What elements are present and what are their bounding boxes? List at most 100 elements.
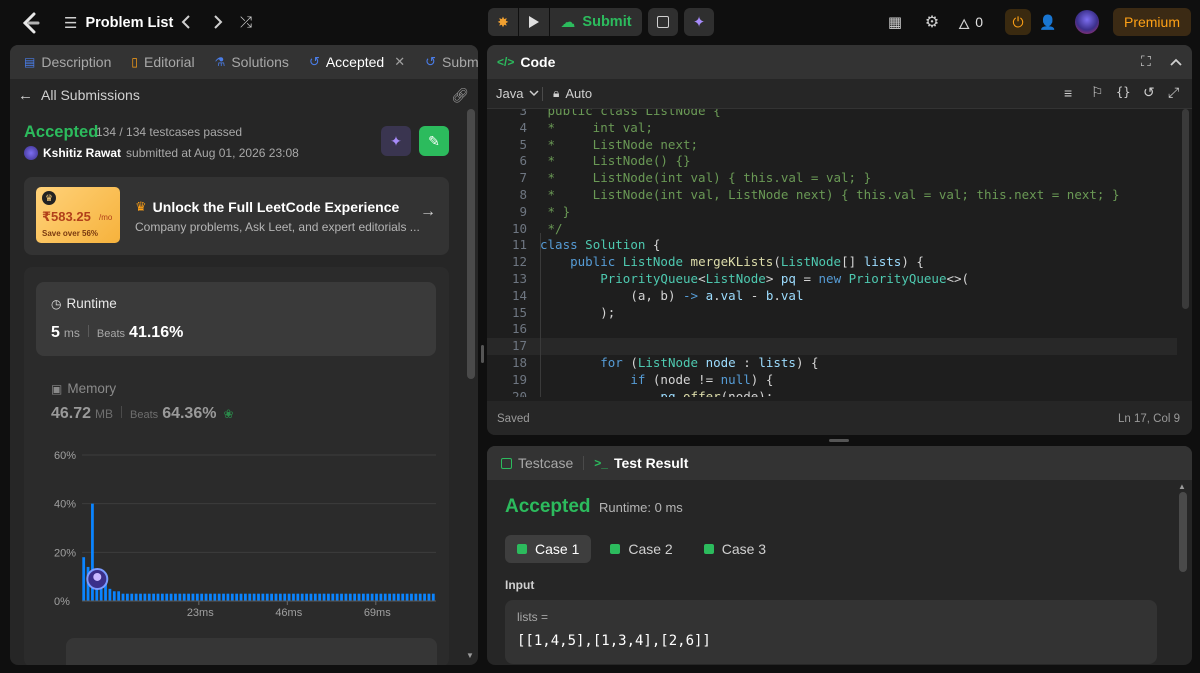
tab-editorial[interactable]: ▯ Editorial: [121, 45, 204, 79]
back-to-submissions[interactable]: ← All Submissions: [18, 85, 140, 105]
histogram-bar[interactable]: [178, 593, 182, 601]
code-line[interactable]: 13 PriorityQueue<ListNode> pq = new Prio…: [487, 271, 1177, 288]
histogram-bar[interactable]: [126, 593, 129, 601]
histogram-bar[interactable]: [130, 593, 134, 601]
close-icon[interactable]: ✕: [394, 54, 405, 70]
ai-assist-button[interactable]: ✦: [684, 8, 714, 36]
histogram-bar[interactable]: [370, 593, 374, 601]
memory-card[interactable]: ▣ Memory 46.72 MB Beats 64.36% ❀: [36, 367, 436, 427]
code-line[interactable]: 7 * ListNode(int val) { this.val = val; …: [487, 170, 1177, 187]
histogram-bar[interactable]: [383, 593, 387, 601]
runtime-card[interactable]: ◷ Runtime 5 ms Beats 41.16%: [36, 282, 436, 356]
histogram-bar[interactable]: [270, 593, 273, 601]
histogram-bar[interactable]: [147, 593, 151, 601]
histogram-bar[interactable]: [300, 593, 304, 601]
settings-button[interactable]: ⚙: [921, 12, 943, 32]
histogram-bar[interactable]: [305, 593, 308, 601]
code-line[interactable]: 8 * ListNode(int val, ListNode next) { t…: [487, 187, 1177, 204]
language-select[interactable]: Java: [496, 86, 539, 101]
histogram-bar[interactable]: [335, 593, 339, 601]
test-scrollbar[interactable]: [1179, 492, 1187, 572]
share-link-button[interactable]: 🔗︎: [450, 85, 470, 105]
code-line[interactable]: 19 if (node != null) {: [487, 372, 1177, 389]
tab-testcase[interactable]: Testcase: [491, 446, 583, 480]
premium-button[interactable]: Premium: [1113, 8, 1191, 36]
histogram-bar[interactable]: [156, 593, 160, 601]
reset-icon[interactable]: ↺: [1143, 84, 1155, 101]
histogram-bar[interactable]: [414, 593, 418, 601]
histogram-bar[interactable]: [318, 593, 322, 601]
histogram-bar[interactable]: [121, 593, 125, 601]
code-line[interactable]: 17: [487, 338, 1177, 355]
histogram-bar[interactable]: [327, 593, 330, 601]
code-line[interactable]: 16: [487, 321, 1177, 338]
histogram-bar[interactable]: [287, 593, 291, 601]
histogram-bar[interactable]: [165, 593, 169, 601]
histogram-bar[interactable]: [213, 593, 217, 601]
timer-button[interactable]: ⏻: [1005, 9, 1031, 35]
histogram-bar[interactable]: [392, 593, 396, 601]
layout-button[interactable]: ▦: [884, 12, 906, 32]
case-tab-2[interactable]: Case 2: [598, 535, 684, 563]
panel-resize-handle[interactable]: [481, 345, 484, 363]
histogram-bar[interactable]: [143, 593, 147, 601]
fullscreen-icon[interactable]: ⤢: [1168, 84, 1179, 101]
code-line[interactable]: 20 pq.offer(node);: [487, 389, 1177, 397]
code-line[interactable]: 9 * }: [487, 204, 1177, 221]
runtime-distribution-chart[interactable]: 60% 40% 20% 0% 23ms 46ms 69ms: [24, 445, 444, 625]
histogram-bar[interactable]: [418, 593, 422, 601]
histogram-bar[interactable]: [375, 593, 378, 601]
histogram-bar[interactable]: [401, 593, 405, 601]
code-editor[interactable]: 3 public class ListNode {4 * int val; 5 *…: [487, 109, 1177, 397]
code-line[interactable]: 10 */: [487, 221, 1177, 238]
histogram-bar[interactable]: [108, 588, 112, 601]
histogram-bar[interactable]: [82, 557, 86, 601]
histogram-bar[interactable]: [296, 593, 300, 601]
username[interactable]: Kshitiz Rawat: [43, 146, 121, 160]
next-problem-button[interactable]: [208, 12, 228, 32]
histogram-bar[interactable]: [191, 593, 195, 601]
histogram-bar[interactable]: [139, 593, 142, 601]
bookmark-icon[interactable]: ⚐: [1091, 84, 1104, 101]
mode-select[interactable]: 🔒︎ Auto: [553, 86, 592, 101]
histogram-bar[interactable]: [423, 593, 426, 601]
histogram-bar[interactable]: [244, 593, 247, 601]
histogram-bar[interactable]: [292, 593, 295, 601]
histogram-bar[interactable]: [278, 593, 282, 601]
histogram-bar[interactable]: [200, 593, 204, 601]
streak-counter[interactable]: 🜂 0: [958, 12, 983, 32]
histogram-bar[interactable]: [182, 593, 186, 601]
notes-button[interactable]: [648, 8, 678, 36]
histogram-bar[interactable]: [112, 591, 116, 601]
histogram-bar[interactable]: [174, 593, 177, 601]
histogram-bar[interactable]: [195, 593, 199, 601]
code-line[interactable]: 11 class Solution {: [487, 237, 1177, 254]
run-button[interactable]: [519, 8, 549, 36]
histogram-bar[interactable]: [152, 593, 155, 601]
histogram-bar[interactable]: [396, 593, 400, 601]
code-line[interactable]: 3 public class ListNode {: [487, 109, 1177, 120]
case-tab-3[interactable]: Case 3: [692, 535, 778, 563]
histogram-bar[interactable]: [283, 593, 287, 601]
histogram-bar[interactable]: [257, 593, 260, 601]
code-line[interactable]: 14 (a, b) -> a.val - b.val: [487, 288, 1177, 305]
premium-promo[interactable]: ♛ ₹583.25 /mo Save over 56% ♛ Unlock the…: [24, 177, 449, 255]
histogram-bar[interactable]: [348, 593, 352, 601]
histogram-bar[interactable]: [169, 593, 173, 601]
scroll-up-icon[interactable]: ▲: [1178, 482, 1186, 491]
scroll-down-icon[interactable]: ▼: [466, 651, 474, 660]
tab-solutions[interactable]: ⚗ Solutions: [205, 45, 299, 79]
tab-code[interactable]: </> Code: [487, 45, 565, 79]
prev-problem-button[interactable]: [176, 12, 196, 32]
histogram-bar[interactable]: [309, 593, 313, 601]
tab-test-result[interactable]: >_ Test Result: [584, 446, 698, 480]
leetcode-logo[interactable]: [20, 12, 42, 34]
submit-button[interactable]: ☁ Submit: [550, 8, 642, 36]
histogram-bar[interactable]: [230, 593, 234, 601]
histogram-bar[interactable]: [410, 593, 413, 601]
histogram-bar[interactable]: [353, 593, 357, 601]
chevron-up-icon[interactable]: [1170, 58, 1182, 66]
code-scrollbar[interactable]: [1182, 109, 1189, 309]
code-line[interactable]: 6 * ListNode() {}: [487, 153, 1177, 170]
case-tab-1[interactable]: Case 1: [505, 535, 592, 563]
